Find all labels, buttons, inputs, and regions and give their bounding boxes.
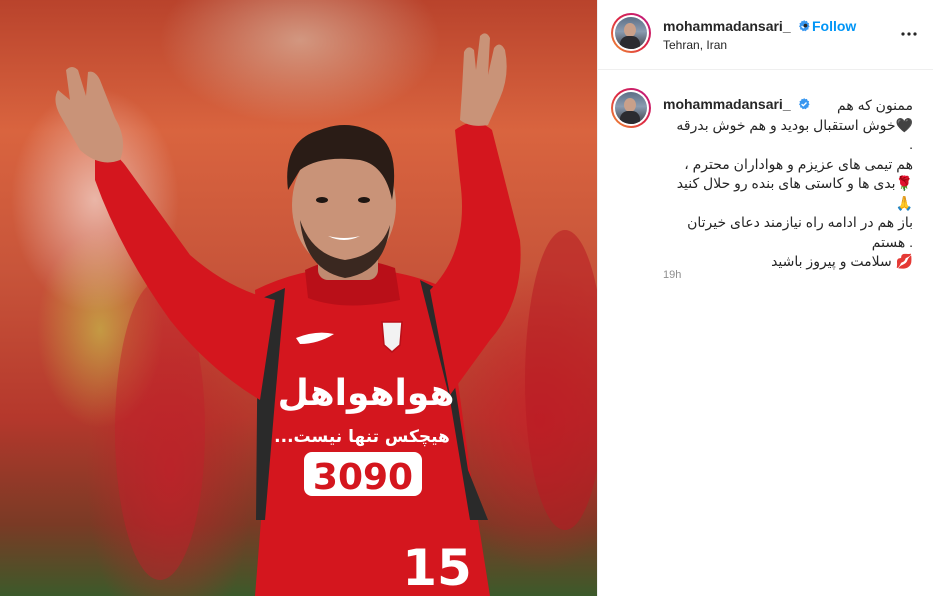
post-side-panel: mohammadansari_ • Follow Tehran, Iran mo… bbox=[597, 0, 933, 596]
caption-author-avatar[interactable] bbox=[611, 88, 651, 128]
background-player-right bbox=[525, 230, 597, 530]
caption-line: 💋 سلامت و پیروز باشید bbox=[771, 253, 913, 269]
player-illustration: هواهواهل هیچکس تنها نیست... 3090 15 bbox=[55, 33, 597, 596]
caption-line: 🙏 bbox=[895, 194, 913, 211]
caption-line: ممنون که هم bbox=[837, 97, 913, 113]
author-avatar[interactable] bbox=[611, 13, 651, 53]
post-photo[interactable]: هواهواهل هیچکس تنها نیست... 3090 15 bbox=[0, 0, 597, 596]
caption-line: 🌹بدی ها و کاستی های بنده رو حلال کنید bbox=[676, 175, 913, 191]
caption-line: باز هم در ادامه راه نیازمند دعای خیرتان bbox=[687, 214, 913, 230]
eye-right bbox=[358, 197, 370, 203]
phone-text: 3090 bbox=[313, 457, 413, 498]
slogan-text: هیچکس تنها نیست... bbox=[274, 427, 450, 447]
caption-line: 🖤خوش استقبال بودید و هم خوش بدرقه bbox=[676, 116, 913, 133]
follow-button[interactable]: Follow bbox=[812, 18, 856, 34]
caption-line: . هستم bbox=[871, 233, 913, 250]
separator-dot: • bbox=[803, 17, 808, 33]
caption-text: ممنون که هم 🖤خوش استقبال بودید و هم خوش … bbox=[663, 96, 913, 272]
author-username-link[interactable]: mohammadansari_ bbox=[663, 18, 810, 34]
jersey-arm-right bbox=[430, 122, 521, 395]
right-hand bbox=[460, 33, 507, 126]
caption-line: . bbox=[909, 136, 913, 152]
jersey-number: 15 bbox=[402, 539, 472, 596]
sponsor-text: هواهواهل bbox=[278, 373, 455, 414]
eye-left bbox=[316, 197, 328, 203]
post-header: mohammadansari_ • Follow Tehran, Iran bbox=[598, 0, 933, 70]
more-options-icon[interactable] bbox=[900, 25, 918, 43]
left-hand bbox=[55, 67, 124, 163]
caption-line: هم تیمی های عزیزم و هواداران محترم ، bbox=[684, 155, 913, 172]
location-link[interactable]: Tehran, Iran bbox=[663, 38, 727, 52]
post-timestamp[interactable]: 19h bbox=[663, 269, 681, 281]
